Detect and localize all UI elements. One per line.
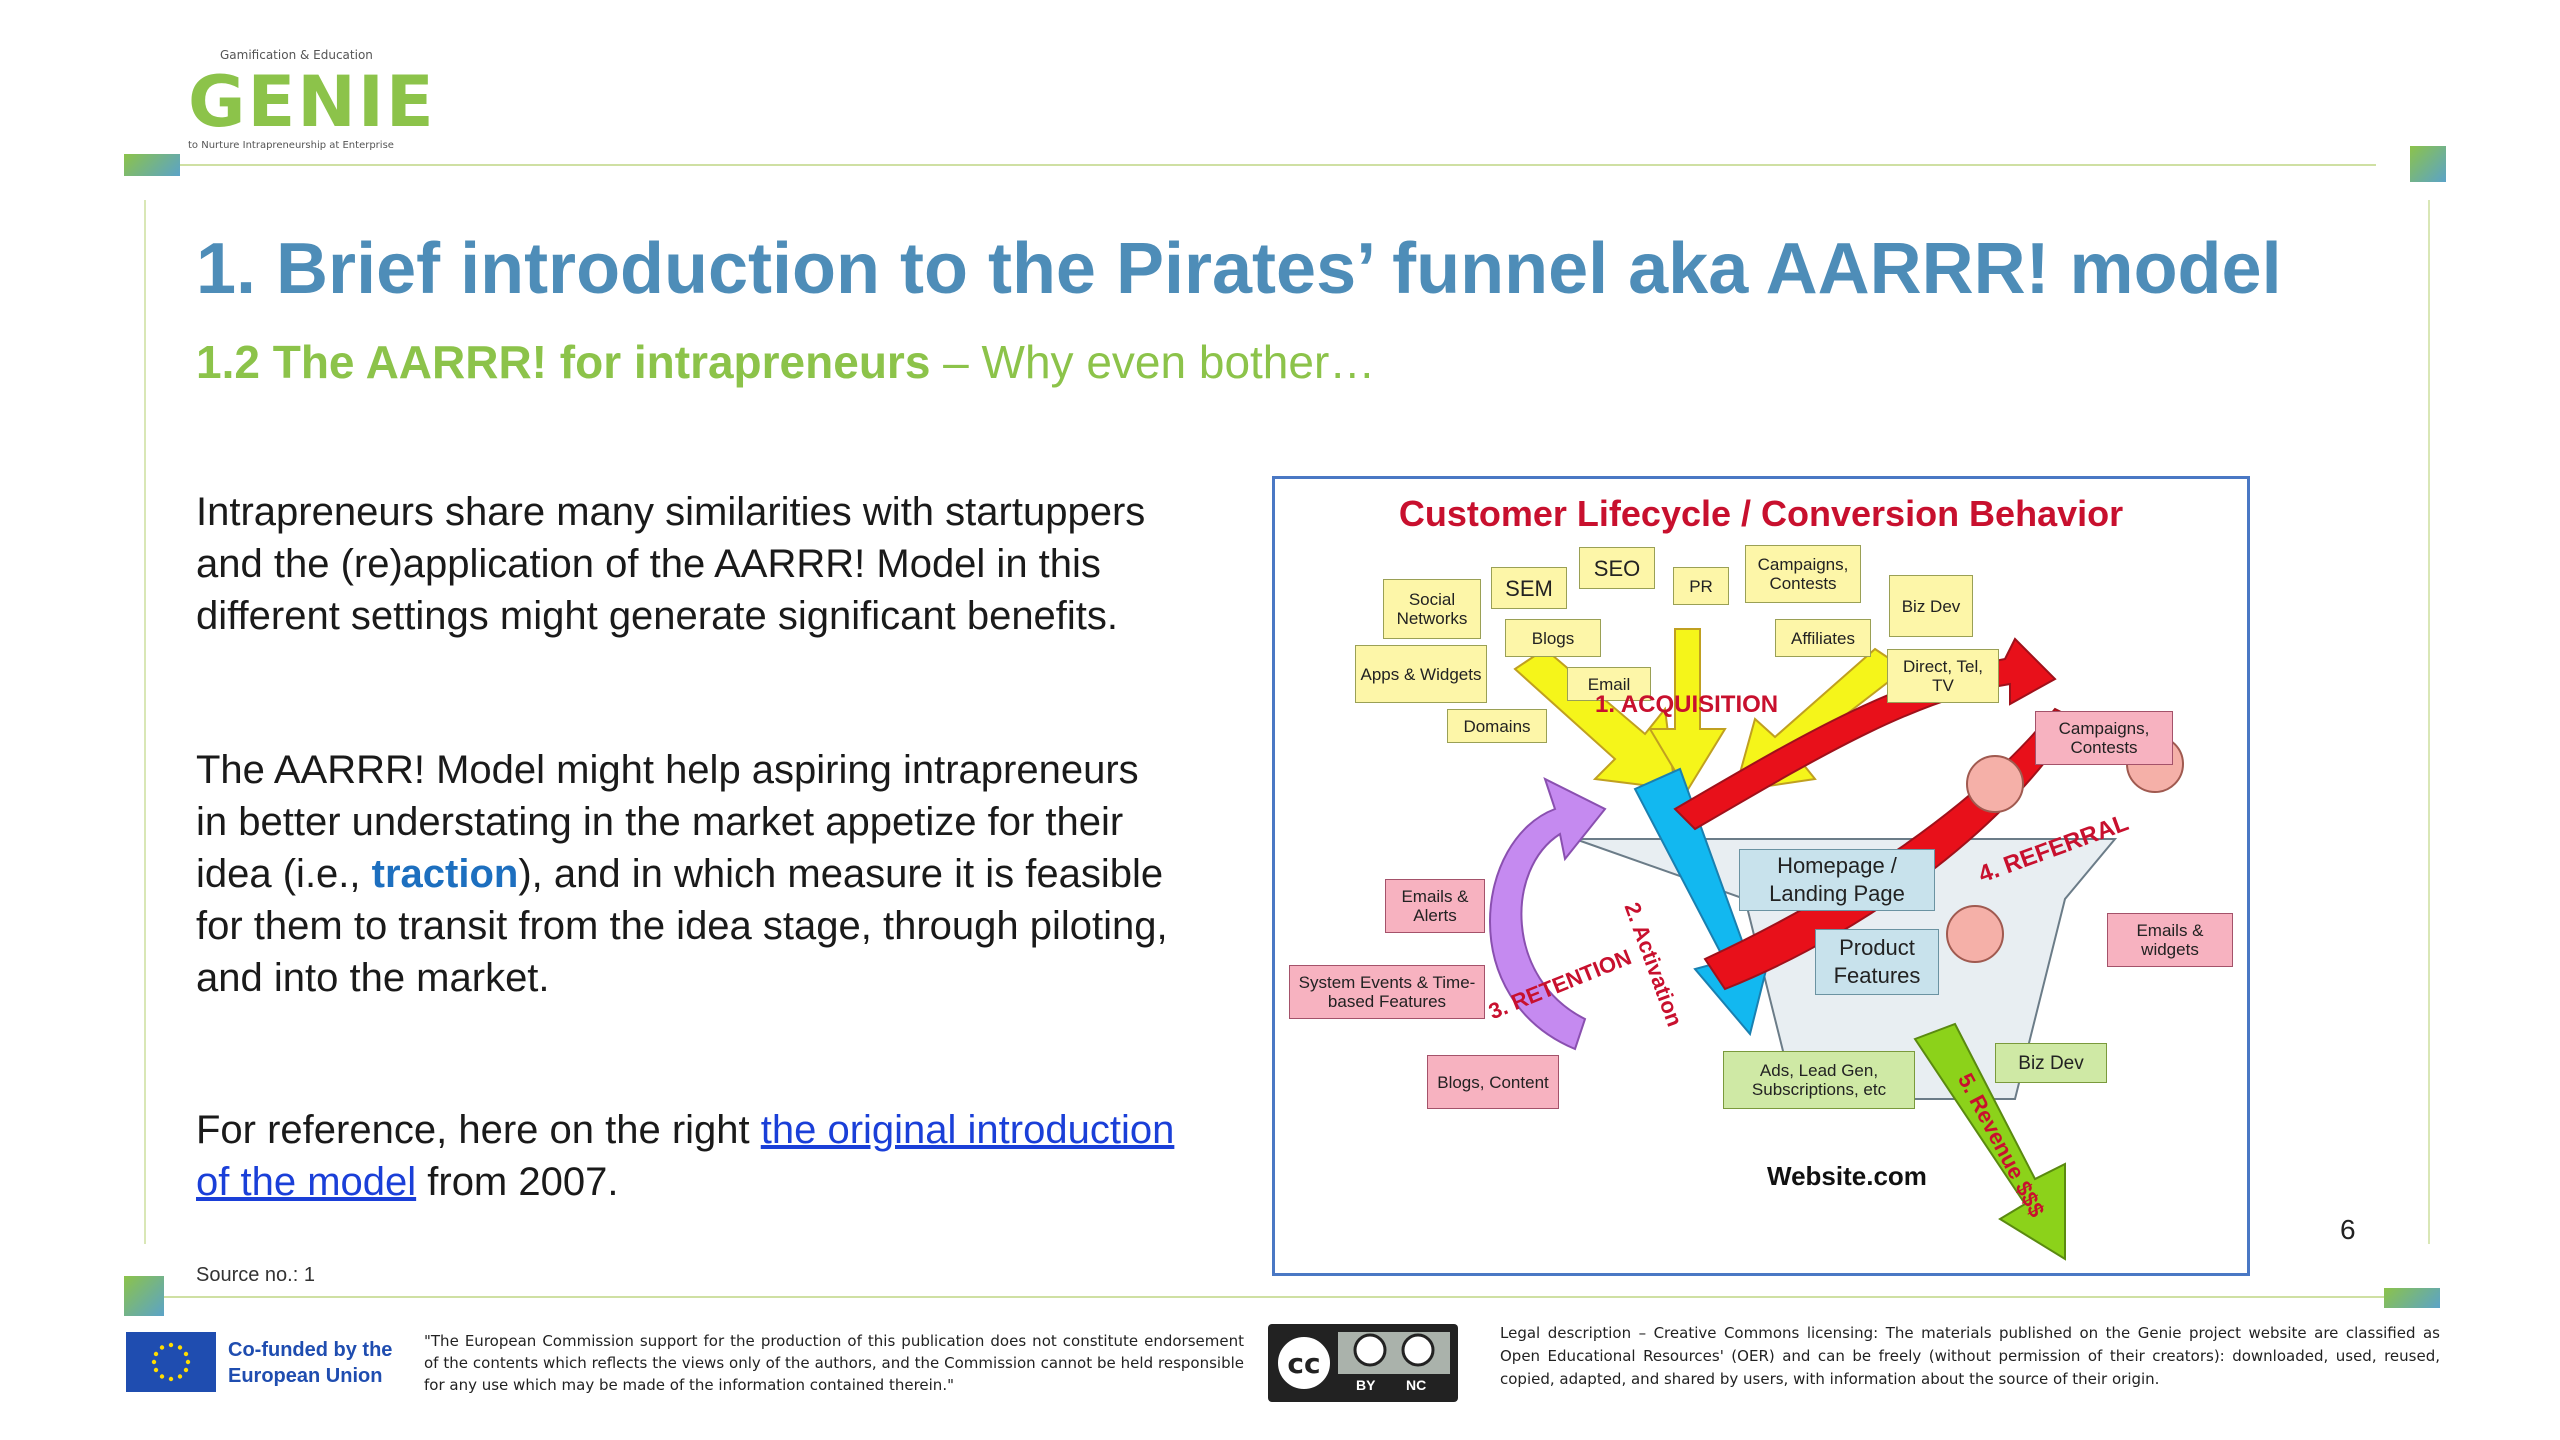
tag-apps-widgets: Apps & Widgets [1355,645,1487,703]
tag-emails-widgets: Emails & widgets [2107,913,2233,967]
creative-commons-badge: cc BY NC [1268,1324,1458,1402]
cc-nc-label: NC [1406,1377,1427,1393]
tag-emails-alerts: Emails & Alerts [1385,879,1485,933]
legal-description: Legal description – Creative Commons lic… [1500,1324,2440,1388]
diagram-title: Customer Lifecycle / Conversion Behavior [1398,493,2124,534]
eu-flag-icon [126,1332,216,1392]
logo-tagline: to Nurture Intrapreneurship at Enterpris… [188,140,394,151]
left-border [144,200,146,1244]
aarrr-diagram: Customer Lifecycle / Conversion Behavior… [1272,476,2250,1276]
source-note: Source no.: 1 [196,1264,315,1286]
tag-campaigns-contests: Campaigns, Contests [1745,545,1861,603]
tag-biz-dev-bottom: Biz Dev [1995,1043,2107,1083]
tag-system-events: System Events & Time-based Features [1289,965,1485,1019]
corner-square-bottom-right [2384,1288,2440,1308]
corner-square-top-left [124,154,180,176]
tag-biz-dev-top: Biz Dev [1889,575,1973,637]
tag-blogs: Blogs [1505,619,1601,657]
tag-domains: Domains [1447,709,1547,743]
tag-direct-tel-tv: Direct, Tel, TV [1887,649,1999,703]
ec-disclaimer: "The European Commission support for the… [424,1332,1244,1394]
right-border [2428,200,2430,1244]
slide-title: 1. Brief introduction to the Pirates’ fu… [196,229,2282,309]
tag-sem: SEM [1491,567,1567,609]
tag-product-features: Product Features [1815,929,1939,995]
paragraph-3-after: from 2007. [416,1160,619,1204]
tag-seo: SEO [1579,547,1655,589]
top-divider [180,164,2376,166]
tag-referral-campaigns: Campaigns, Contests [2035,711,2173,765]
tag-pr: PR [1673,567,1729,605]
paragraph-3-before: For reference, here on the right [196,1108,761,1152]
traction-highlight: traction [371,852,519,896]
corner-square-top-right [2410,146,2446,182]
smiley-3 [1946,905,2004,963]
svg-text:cc: cc [1287,1347,1320,1380]
tag-blogs-content: Blogs, Content [1427,1055,1559,1109]
genie-logo: GENIE [188,61,436,143]
eu-cofunded-text: Co-funded by the European Union [228,1339,393,1387]
paragraph-2: The AARRR! Model might help aspiring int… [196,744,1176,1004]
tag-homepage-landing: Homepage / Landing Page [1739,849,1935,911]
logo-top-text: Gamification & Education [220,48,373,62]
slide-subtitle: 1.2 The AARRR! for intrapreneurs – Why e… [196,335,1375,389]
tag-affiliates: Affiliates [1775,619,1871,657]
corner-square-bottom-left [124,1276,164,1316]
cc-by-label: BY [1356,1377,1376,1393]
bottom-divider [160,1296,2390,1298]
stage-acquisition: 1. ACQUISITION [1595,691,1779,718]
smiley-1 [1966,755,2024,813]
website-label: Website.com [1767,1161,1927,1191]
paragraph-1: Intrapreneurs share many similarities wi… [196,490,1146,638]
tag-ads-lead-gen: Ads, Lead Gen, Subscriptions, etc [1723,1051,1915,1109]
subtitle-rest: – Why even bother… [930,336,1376,388]
tag-social-networks: Social Networks [1383,579,1481,639]
paragraph-3: For reference, here on the right the ori… [196,1104,1176,1208]
page-number: 6 [2340,1214,2356,1245]
subtitle-bold: 1.2 The AARRR! for intrapreneurs [196,336,931,388]
